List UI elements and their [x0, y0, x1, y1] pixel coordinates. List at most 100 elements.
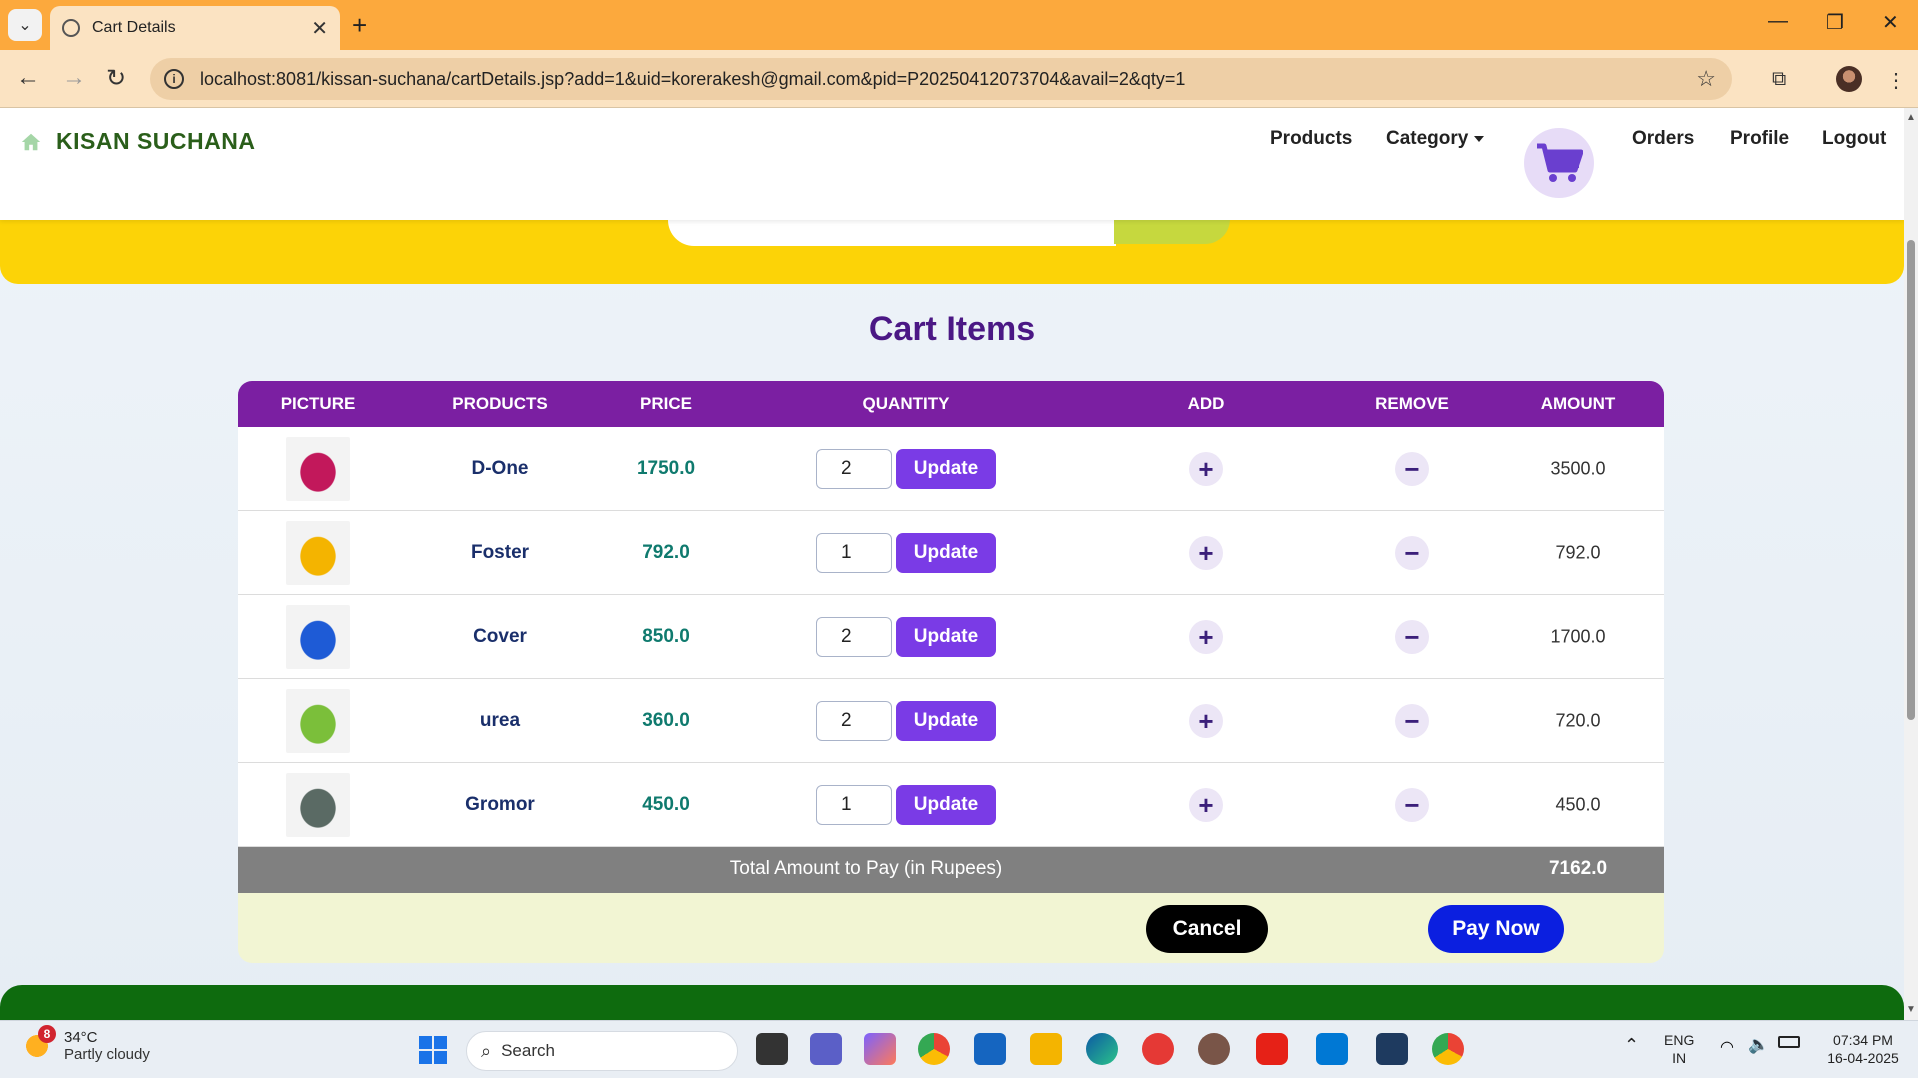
total-value: 7162.0: [1548, 858, 1608, 879]
volume-icon[interactable]: 🔈: [1748, 1035, 1769, 1055]
remove-quantity-button[interactable]: −: [1395, 703, 1429, 738]
scroll-thumb[interactable]: [1907, 240, 1915, 720]
table-header: PICTURE PRODUCTS PRICE QUANTITY ADD REMO…: [238, 381, 1664, 427]
quantity-input[interactable]: 2: [816, 616, 892, 657]
chrome-icon[interactable]: [918, 1033, 950, 1065]
back-button[interactable]: ←: [16, 64, 40, 92]
tab-close-icon[interactable]: ✕: [311, 16, 328, 41]
site-navbar: KISAN SUCHANA Products Category Orders P…: [0, 108, 1904, 220]
product-price: 850.0: [642, 625, 690, 647]
home-icon: [21, 133, 41, 150]
tray-chevron-icon[interactable]: ⌃: [1624, 1035, 1639, 1056]
wifi-icon[interactable]: ◠: [1720, 1037, 1734, 1057]
remove-quantity-button[interactable]: −: [1395, 619, 1429, 654]
app-icon[interactable]: [1198, 1033, 1230, 1065]
update-button[interactable]: Update: [896, 448, 996, 489]
window-close-button[interactable]: ✕: [1882, 10, 1899, 35]
nav-category[interactable]: Category: [1386, 128, 1485, 150]
tab-title: Cart Details: [92, 19, 176, 36]
reload-button[interactable]: ↻: [106, 64, 126, 93]
product-name: Cover: [473, 625, 527, 647]
line-amount: 1700.0: [1550, 626, 1606, 646]
remove-quantity-button[interactable]: −: [1395, 787, 1429, 822]
update-button[interactable]: Update: [896, 616, 996, 657]
os-taskbar: 8 34°C Partly cloudy ⌕ Search ⌃ ENG IN ◠…: [0, 1020, 1918, 1078]
brand-link[interactable]: KISAN SUCHANA: [20, 128, 255, 155]
page-viewport: Search Items Search KISAN SUCHANA Produc…: [0, 108, 1904, 1020]
update-button[interactable]: Update: [896, 784, 996, 825]
edge-icon[interactable]: [1086, 1033, 1118, 1065]
quantity-input[interactable]: 2: [816, 700, 892, 741]
mysql-workbench-icon[interactable]: [1376, 1033, 1408, 1065]
nav-profile[interactable]: Profile: [1730, 128, 1789, 150]
scroll-up-icon[interactable]: ▲: [1906, 112, 1916, 123]
add-quantity-button[interactable]: +: [1189, 535, 1223, 570]
extensions-icon[interactable]: ⧉: [1772, 68, 1786, 91]
quantity-input[interactable]: 1: [816, 784, 892, 825]
table-row: urea 360.0 2 Update + − 720.0: [238, 679, 1664, 763]
store-icon[interactable]: [974, 1033, 1006, 1065]
weather-widget[interactable]: 8 34°C Partly cloudy: [20, 1025, 150, 1063]
teams-icon[interactable]: [810, 1033, 842, 1065]
table-row: Cover 850.0 2 Update + − 1700.0: [238, 595, 1664, 679]
weather-badge: 8: [38, 1025, 56, 1043]
update-button[interactable]: Update: [896, 700, 996, 741]
pay-now-button[interactable]: Pay Now: [1428, 905, 1564, 953]
file-explorer-icon[interactable]: [1030, 1033, 1062, 1065]
tab-search-button[interactable]: ⌄: [8, 9, 42, 41]
quantity-input[interactable]: 2: [816, 448, 892, 489]
add-quantity-button[interactable]: +: [1189, 703, 1223, 738]
remove-quantity-button[interactable]: −: [1395, 451, 1429, 486]
header-products: PRODUCTS: [452, 394, 548, 413]
language-indicator[interactable]: ENG IN: [1664, 1031, 1694, 1067]
header-picture: PICTURE: [280, 394, 356, 413]
header-remove: REMOVE: [1375, 394, 1449, 413]
product-image: [286, 604, 350, 669]
vscode-icon[interactable]: [1316, 1033, 1348, 1065]
youtube-icon[interactable]: [1256, 1033, 1288, 1065]
product-image: [286, 688, 350, 753]
bookmark-star-icon[interactable]: ☆: [1696, 66, 1716, 92]
profile-avatar[interactable]: [1836, 66, 1862, 92]
table-row: Foster 792.0 1 Update + − 792.0: [238, 511, 1664, 595]
clock-date: 16-04-2025: [1827, 1050, 1899, 1066]
page-scrollbar[interactable]: ▲ ▼: [1904, 108, 1918, 1020]
cancel-button[interactable]: Cancel: [1146, 905, 1268, 953]
site-info-icon[interactable]: i: [164, 69, 184, 89]
region-code: IN: [1672, 1050, 1687, 1066]
quantity-input[interactable]: 1: [816, 532, 892, 573]
product-name: D-One: [471, 457, 529, 479]
cart-actions: Cancel Pay Now: [238, 893, 1664, 963]
browser-menu-icon[interactable]: ⋮: [1886, 68, 1906, 93]
add-quantity-button[interactable]: +: [1189, 619, 1223, 654]
battery-icon[interactable]: [1778, 1036, 1800, 1048]
task-view-icon[interactable]: [756, 1033, 788, 1065]
browser-toolbar: ← → ↻ i localhost:8081/kissan-suchana/ca…: [0, 50, 1918, 108]
chrome-active-icon[interactable]: [1432, 1033, 1464, 1065]
address-bar[interactable]: i localhost:8081/kissan-suchana/cartDeta…: [150, 58, 1732, 100]
wps-icon[interactable]: [1142, 1033, 1174, 1065]
add-quantity-button[interactable]: +: [1189, 451, 1223, 486]
caret-down-icon: [1474, 135, 1485, 142]
new-tab-button[interactable]: +: [352, 10, 367, 41]
restore-button[interactable]: ❐: [1826, 10, 1844, 35]
remove-quantity-button[interactable]: −: [1395, 535, 1429, 570]
minimize-button[interactable]: —: [1768, 10, 1788, 33]
page-title: Cart Items: [868, 310, 1036, 348]
add-quantity-button[interactable]: +: [1189, 787, 1223, 822]
nav-products[interactable]: Products: [1270, 128, 1352, 150]
taskbar-search[interactable]: ⌕ Search: [466, 1031, 738, 1071]
nav-orders[interactable]: Orders: [1632, 128, 1694, 150]
copilot-icon[interactable]: [864, 1033, 896, 1065]
cart-button[interactable]: [1524, 128, 1594, 198]
header-quantity: QUANTITY: [862, 394, 950, 413]
nav-logout[interactable]: Logout: [1822, 128, 1886, 150]
line-amount: 720.0: [1555, 710, 1601, 730]
cart-icon: [1537, 143, 1583, 182]
update-button[interactable]: Update: [896, 532, 996, 573]
windows-start-icon[interactable]: [418, 1035, 448, 1065]
browser-tab[interactable]: Cart Details ✕: [50, 6, 340, 50]
scroll-down-icon[interactable]: ▼: [1906, 1004, 1916, 1015]
forward-button[interactable]: →: [62, 64, 86, 92]
clock[interactable]: 07:34 PM 16-04-2025: [1818, 1031, 1908, 1067]
